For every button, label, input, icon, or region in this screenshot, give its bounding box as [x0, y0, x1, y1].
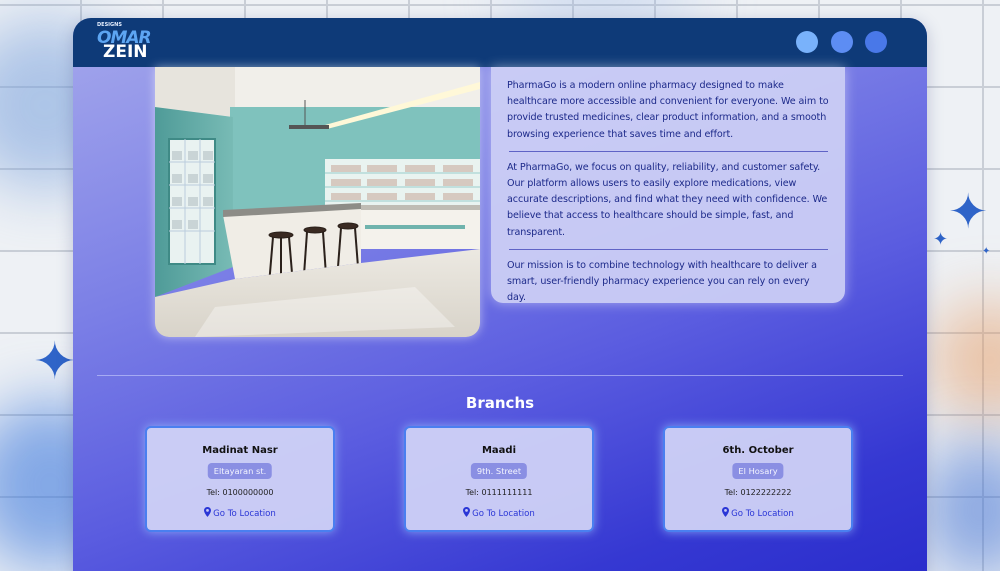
sparkle-icon: ✦ [933, 229, 949, 250]
branch-card-maadi: Maadi 9th. Street Tel: 0111111111 Go To … [404, 426, 594, 532]
go-to-location-link[interactable]: Go To Location [147, 507, 333, 519]
pharmacy-image [155, 67, 480, 337]
map-pin-icon [204, 507, 212, 517]
window-control-3[interactable] [865, 31, 887, 53]
about-card: PharmaGo is a modern online pharmacy des… [491, 67, 845, 303]
branch-name: Maadi [481, 445, 517, 456]
branch-street-badge: Eltayaran st. [207, 463, 273, 479]
branch-phone: Tel: 0100000000 [206, 488, 274, 497]
map-pin-icon [722, 507, 730, 517]
go-to-location-label: Go To Location [472, 509, 535, 519]
pharmacy-illustration [155, 67, 480, 337]
brand-logo[interactable]: DESIGNS OMAR ZEIN [93, 22, 161, 64]
app-window: DESIGNS OMAR ZEIN PharmaGo is a modern o… [73, 18, 927, 571]
sparkle-icon: ✦ [982, 246, 991, 257]
branches-title: Branchs [465, 394, 535, 412]
about-paragraph-1: PharmaGo is a modern online pharmacy des… [507, 80, 829, 140]
branch-card-6th-october: 6th. October El Hosary Tel: 0122222222 G… [663, 426, 853, 532]
section-divider [97, 375, 903, 376]
about-divider [509, 150, 828, 152]
map-pin-icon [463, 507, 471, 517]
branch-phone: Tel: 0122222222 [724, 488, 792, 497]
go-to-location-link[interactable]: Go To Location [406, 507, 592, 519]
about-paragraph-3: Our mission is to combine technology wit… [507, 259, 817, 304]
about-paragraph-2: At PharmaGo, we focus on quality, reliab… [507, 161, 828, 238]
branch-card-madinat-nasr: Madinat Nasr Eltayaran st. Tel: 01000000… [145, 426, 335, 532]
branch-name: 6th. October [722, 445, 794, 456]
header-bar: DESIGNS OMAR ZEIN [73, 18, 927, 67]
sparkle-icon: ✦ [33, 332, 77, 392]
logo-text-zein: ZEIN [103, 42, 148, 62]
go-to-location-link[interactable]: Go To Location [665, 507, 851, 519]
window-control-1[interactable] [796, 31, 818, 53]
go-to-location-label: Go To Location [731, 509, 794, 519]
branch-street-badge: El Hosary [732, 463, 784, 479]
branch-street-badge: 9th. Street [470, 463, 528, 479]
branch-phone: Tel: 0111111111 [465, 488, 533, 497]
go-to-location-label: Go To Location [213, 509, 276, 519]
sparkle-icon: ✦ [948, 184, 989, 240]
window-control-2[interactable] [831, 31, 853, 53]
branch-name: Madinat Nasr [202, 445, 278, 456]
about-divider [509, 248, 828, 250]
